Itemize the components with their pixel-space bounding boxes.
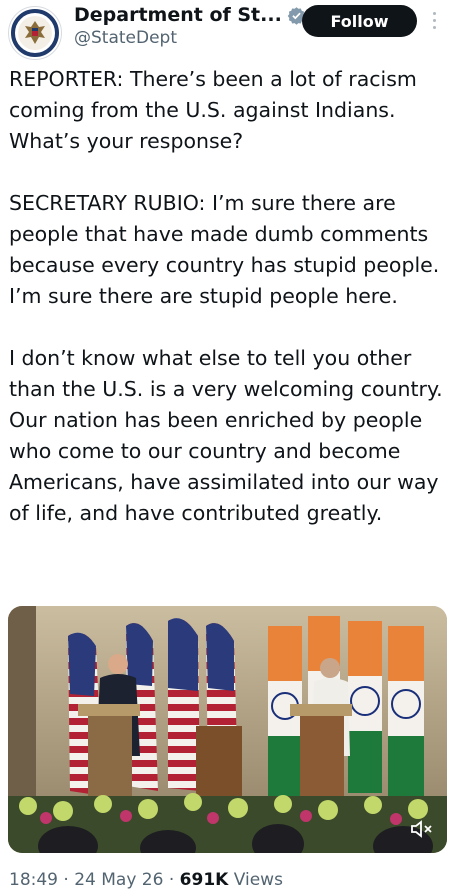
tweet-date[interactable]: 24 May 26 [74, 870, 163, 890]
tweet-media[interactable] [8, 606, 447, 853]
follow-button[interactable]: Follow [302, 5, 417, 37]
separator: · [163, 870, 180, 890]
state-department-seal-icon[interactable] [8, 6, 62, 60]
separator: · [58, 870, 75, 890]
tweet-paragraph: I don’t know what else to tell you other… [9, 346, 443, 525]
press-conference-image [8, 606, 447, 853]
more-vertical-icon[interactable] [432, 12, 438, 32]
account-display-name[interactable]: Department of St... [74, 4, 282, 26]
tweet-paragraph: SECRETARY RUBIO: I’m sure there are peop… [9, 191, 440, 308]
tweet-header: Department of St... @StateDept Follow [0, 0, 454, 60]
account-handle[interactable]: @StateDept [74, 28, 177, 48]
tweet-paragraph: REPORTER: There’s been a lot of racism c… [9, 67, 417, 153]
account-name-row: Department of St... [74, 4, 306, 26]
views-label: Views [228, 870, 283, 890]
muted-speaker-icon[interactable] [409, 819, 435, 839]
tweet-time[interactable]: 18:49 [9, 870, 58, 890]
views-count: 691K [179, 870, 229, 890]
tweet-metadata: 18:49 · 24 May 26 · 691K Views [9, 870, 283, 890]
tweet-text: REPORTER: There’s been a lot of racism c… [9, 64, 449, 560]
